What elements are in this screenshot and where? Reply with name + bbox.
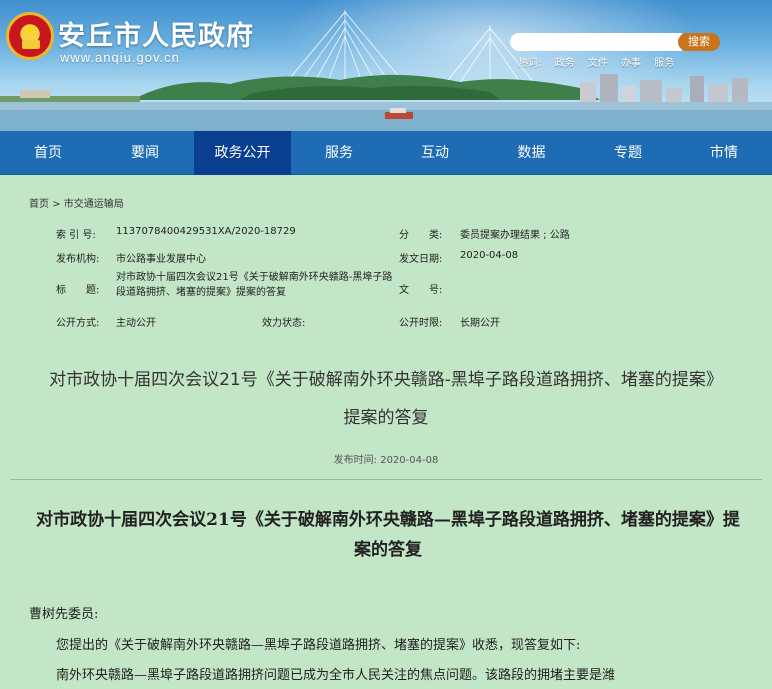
nav-city-info[interactable]: 市情 — [676, 131, 772, 175]
meta-mode-value: 主动公开 — [116, 318, 156, 329]
breadcrumb-separator: > — [52, 199, 61, 210]
hot-words-label: 热词: — [518, 58, 542, 69]
nav-interaction[interactable]: 互动 — [387, 131, 483, 175]
breadcrumb-bureau[interactable]: 市交通运输局 — [64, 199, 124, 210]
main-nav: 首页 要闻 政务公开 服务 互动 数据 专题 市情 — [0, 131, 772, 175]
hot-word-affairs[interactable]: 办事 — [621, 58, 641, 69]
meta-category-value: 委员提案办理结果 ; 公路 — [460, 230, 570, 241]
document-heading: 对市政协十届四次会议21号《关于破解南外环央赣路—黑埠子路段道路拥挤、堵塞的提案… — [36, 510, 740, 560]
meta-mode-label: 公开方式: — [56, 318, 100, 329]
meta-period-label: 公开时限: — [399, 318, 443, 329]
nav-news[interactable]: 要闻 — [96, 131, 194, 175]
meta-index-label: 索 引 号: — [56, 230, 96, 241]
hot-word-documents[interactable]: 文件 — [588, 58, 608, 69]
meta-category-label: 分 类: — [399, 230, 443, 241]
hot-words: 热词: 政务 文件 办事 服务 — [518, 54, 684, 69]
hot-word-services[interactable]: 服务 — [654, 58, 674, 69]
meta-org-value: 市公路事业发展中心 — [116, 254, 206, 265]
breadcrumb: 首页 > 市交通运输局 — [29, 195, 124, 210]
meta-docno-label: 文 号: — [399, 285, 443, 296]
salutation: 曹树先委员: — [29, 607, 99, 622]
nav-gov-affairs[interactable]: 政务公开 — [194, 131, 291, 175]
hot-word-politics[interactable]: 政务 — [555, 58, 575, 69]
article-title-line1: 对市政协十届四次会议21号《关于破解南外环央赣路-黑埠子路段道路拥挤、堵塞的提案… — [49, 370, 723, 390]
nav-data[interactable]: 数据 — [483, 131, 580, 175]
paragraph-1: 您提出的《关于破解南外环央赣路—黑埠子路段道路拥挤、堵塞的提案》收悉，现答复如下… — [56, 638, 581, 653]
title-divider — [10, 479, 762, 480]
meta-org-label: 发布机构: — [56, 254, 100, 265]
meta-validity-label: 效力状态: — [262, 318, 306, 329]
meta-title-value: 对市政协十届四次会议21号《关于破解南外环央赣路-黑埠子路段道路拥挤、堵塞的提案… — [116, 272, 393, 298]
meta-period-value: 长期公开 — [460, 318, 500, 329]
nav-topics[interactable]: 专题 — [580, 131, 676, 175]
national-emblem-logo: ★ — [6, 12, 54, 60]
meta-title-label: 标 题: — [56, 285, 100, 296]
article-title: 对市政协十届四次会议21号《关于破解南外环央赣路-黑埠子路段道路拥挤、堵塞的提案… — [0, 363, 772, 435]
emblem-gate-icon — [22, 40, 40, 49]
nav-services[interactable]: 服务 — [291, 131, 387, 175]
search-input[interactable] — [510, 33, 682, 51]
meta-date-label: 发文日期: — [399, 254, 443, 265]
nav-home[interactable]: 首页 — [0, 131, 96, 175]
article-title-line2: 提案的答复 — [343, 408, 429, 428]
breadcrumb-home[interactable]: 首页 — [29, 199, 49, 210]
meta-index-value: 1137078400429531XA/2020-18729 — [116, 226, 296, 237]
paragraph-2: 南外环央赣路—黑埠子路段道路拥挤问题已成为全市人民关注的焦点问题。该路段的拥堵主… — [56, 668, 616, 683]
emblem-star-icon: ★ — [24, 23, 37, 39]
site-title[interactable]: 安丘市人民政府 — [58, 14, 254, 53]
publish-time: 发布时间: 2020-04-08 — [333, 455, 439, 466]
site-url: www.anqiu.gov.cn — [60, 50, 180, 65]
search-button[interactable]: 搜索 — [678, 33, 720, 51]
search-box: 搜索 — [510, 33, 720, 51]
meta-date-value: 2020-04-08 — [460, 250, 519, 261]
header-banner: ★ 安丘市人民政府 www.anqiu.gov.cn 搜索 热词: 政务 文件 … — [0, 0, 772, 131]
